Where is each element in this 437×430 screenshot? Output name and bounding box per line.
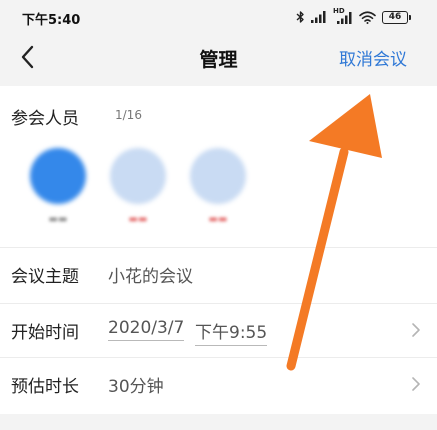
- battery-level: 46: [382, 10, 408, 24]
- meeting-topic-value: 小花的会议: [108, 267, 193, 287]
- participant-caption: ▬▬: [208, 214, 228, 225]
- duration-label: 预估时长: [11, 377, 79, 397]
- chevron-left-icon: [21, 45, 34, 69]
- participant-guest[interactable]: ▬▬: [186, 148, 250, 225]
- duration-row[interactable]: 预估时长 30分钟: [0, 358, 437, 410]
- footer-note: [0, 414, 437, 430]
- participant-caption: ▬▬: [128, 214, 148, 225]
- avatar-guest-icon: [190, 148, 246, 204]
- meeting-topic-label: 会议主题: [11, 267, 79, 287]
- chevron-right-icon: [412, 377, 420, 391]
- participants-count: 1/16: [115, 108, 142, 122]
- participant-host[interactable]: ▬▬: [26, 148, 90, 225]
- participants-title: 参会人员: [11, 109, 79, 129]
- status-time: 下午5:40: [22, 13, 81, 28]
- participant-guest[interactable]: ▬▬: [106, 148, 170, 225]
- start-date-value[interactable]: 2020/3/7: [108, 318, 185, 341]
- signal-icon: [311, 11, 326, 23]
- avatar-guest-icon: [110, 148, 166, 204]
- participant-caption: ▬▬: [48, 214, 68, 225]
- nav-bar: 管理 取消会议: [0, 34, 437, 80]
- wifi-icon: [359, 10, 376, 24]
- status-icons: HD 46: [296, 7, 411, 25]
- back-button[interactable]: [14, 42, 44, 72]
- battery-icon: 46: [382, 10, 411, 24]
- start-time-label: 开始时间: [11, 323, 79, 343]
- chevron-right-icon: [412, 323, 420, 337]
- start-clock-value[interactable]: 下午9:55: [195, 318, 268, 346]
- network-label: HD: [333, 7, 345, 15]
- avatar-host-icon: [30, 148, 86, 204]
- meeting-topic-row[interactable]: 会议主题 小花的会议: [0, 248, 437, 300]
- start-time-row[interactable]: 开始时间 2020/3/7 下午9:55: [0, 304, 437, 356]
- cancel-meeting-button[interactable]: 取消会议: [339, 45, 407, 70]
- duration-value: 30分钟: [108, 377, 164, 397]
- bluetooth-icon: [296, 11, 304, 23]
- participants-section: 参会人员 1/16 ▬▬ ▬▬ ▬▬: [0, 86, 437, 246]
- signal-hd-icon: HD: [333, 7, 353, 24]
- status-bar: 下午5:40 HD 46: [0, 0, 437, 34]
